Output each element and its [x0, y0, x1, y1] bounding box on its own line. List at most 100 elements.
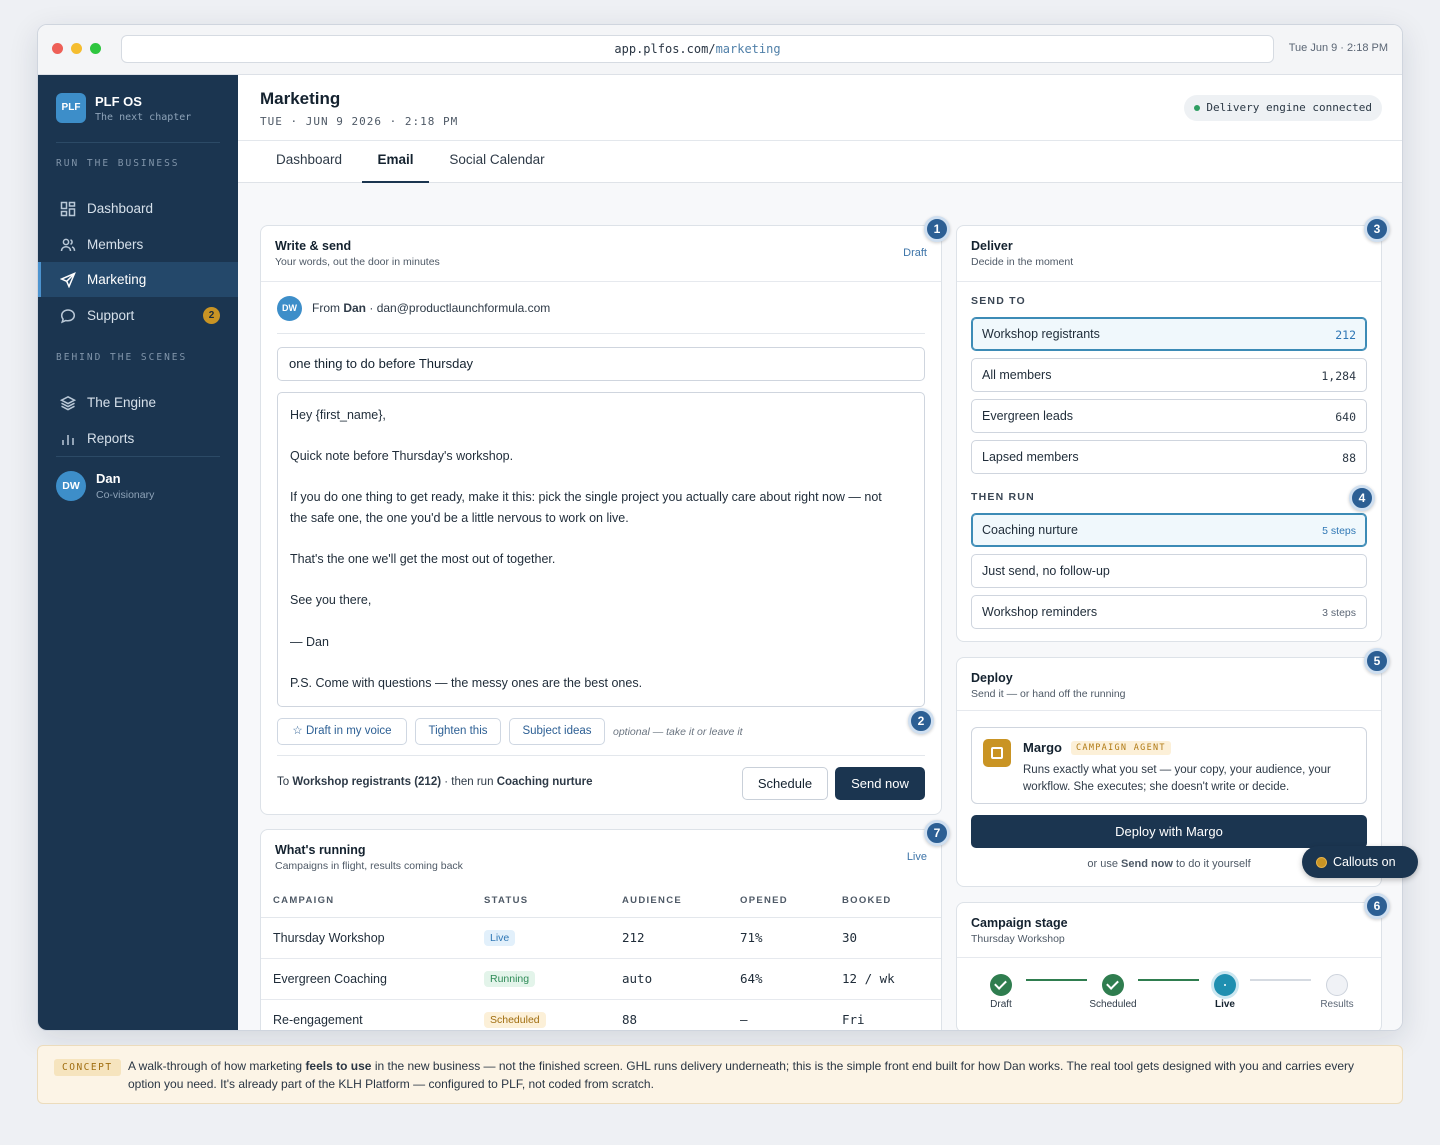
stage-connector [1026, 979, 1087, 981]
callout-marker[interactable]: 4 [1349, 485, 1375, 511]
chat-icon [60, 308, 76, 323]
tighten-button[interactable]: Tighten this [415, 718, 501, 745]
audience-option[interactable]: Workshop registrants 212 [971, 317, 1367, 351]
agent-tag: CAMPAIGN AGENT [1071, 741, 1171, 755]
column-header: STATUS [472, 884, 610, 918]
body-line: Quick note before Thursday's workshop. [290, 449, 514, 464]
opened-cell: 64% [728, 958, 830, 1000]
address-bar[interactable]: app.plfos.com/marketing [121, 35, 1274, 63]
option-count: 88 [1342, 451, 1356, 465]
tab-email[interactable]: Email [362, 141, 429, 183]
card-header: Write & send Your words, out the door in… [261, 226, 941, 282]
concept-text-strong: feels to use [305, 1059, 372, 1073]
callout-marker[interactable]: 1 [924, 216, 950, 242]
agent-description: Runs exactly what you set — your copy, y… [1023, 764, 1331, 793]
card-header: Deliver Decide in the moment [957, 226, 1381, 282]
window-clock: Tue Jun 9 · 2:18 PM [1288, 42, 1388, 54]
concept-note: CONCEPT A walk-through of how marketing … [37, 1045, 1403, 1104]
draft-badge: Draft [903, 247, 927, 259]
callout-marker[interactable]: 6 [1364, 893, 1390, 919]
body-line: See you there, [290, 593, 372, 608]
maximize-window-button[interactable] [90, 43, 101, 54]
sidebar-divider [56, 456, 220, 457]
star-icon: ☆ [292, 725, 303, 737]
sidebar-item-marketing[interactable]: Marketing [38, 262, 238, 297]
email-body-editor[interactable]: Hey {first_name}, Quick note before Thur… [277, 392, 925, 707]
live-badge: Live [906, 851, 927, 863]
deploy-with-margo-button[interactable]: Deploy with Margo [971, 815, 1367, 848]
card-title: Campaign stage [971, 916, 1068, 930]
callout-marker[interactable]: 2 [908, 708, 934, 734]
route-audience: Workshop registrants (212) [292, 776, 442, 788]
draft-in-my-voice-button[interactable]: ☆ Draft in my voice [277, 718, 407, 745]
callouts-toggle[interactable]: Callouts on [1302, 846, 1418, 878]
card-subtitle: Your words, out the door in minutes [275, 256, 440, 268]
send-now-button[interactable]: Send now [835, 767, 925, 800]
column-header: OPENED [728, 884, 830, 918]
booked-cell: 30 [830, 917, 941, 959]
card-subtitle: Decide in the moment [971, 256, 1074, 268]
audience-cell: 88 [622, 1012, 638, 1028]
workflow-option[interactable]: Coaching nurture 5 steps [971, 513, 1367, 547]
callout-marker[interactable]: 7 [924, 820, 950, 846]
sidebar-item-members[interactable]: Members [38, 227, 238, 262]
opened-cell: 71% [728, 917, 830, 959]
subject-input[interactable]: one thing to do before Thursday [277, 347, 925, 381]
callout-marker[interactable]: 3 [1364, 216, 1390, 242]
status-badge: Live [484, 929, 516, 946]
schedule-button[interactable]: Schedule [742, 767, 828, 800]
body-line: That's the one we'll get the most out of… [290, 552, 556, 567]
deliver-card: Deliver Decide in the moment SEND TO Wor… [956, 225, 1382, 642]
sidebar-divider [56, 142, 220, 143]
column-header: CAMPAIGN [261, 884, 472, 918]
then-run-label: THEN RUN [971, 491, 1035, 503]
from-prefix: From [312, 301, 340, 315]
option-label: Workshop reminders [982, 605, 1098, 619]
workflow-option[interactable]: Workshop reminders 3 steps [971, 595, 1367, 629]
audience-cell: 212 [610, 917, 728, 959]
minimize-window-button[interactable] [71, 43, 82, 54]
subject-ideas-button[interactable]: Subject ideas [509, 718, 605, 745]
audience-option[interactable]: Lapsed members 88 [971, 440, 1367, 474]
stage-step-draft [990, 974, 1012, 996]
sidebar-item-dashboard[interactable]: Dashboard [38, 191, 238, 226]
body-line: If you do one thing to get ready, make i… [290, 490, 882, 505]
sidebar-item-engine[interactable]: The Engine [38, 385, 238, 420]
sidebar-item-reports[interactable]: Reports [38, 421, 238, 456]
avatar[interactable]: DW [56, 471, 86, 501]
option-count: 212 [1335, 328, 1356, 342]
table-row[interactable]: Evergreen Coaching Running auto 64% 12 /… [261, 958, 941, 1000]
button-label: Draft in my voice [305, 725, 392, 737]
close-window-button[interactable] [52, 43, 63, 54]
stage-step-results [1326, 974, 1348, 996]
column-header: AUDIENCE [610, 884, 728, 918]
sidebar-item-label: Support [87, 308, 135, 323]
concept-text-part: A walk-through of how marketing [128, 1059, 303, 1073]
workflow-option[interactable]: Just send, no follow-up [971, 554, 1367, 588]
tab-dashboard[interactable]: Dashboard [260, 141, 358, 183]
card-header: What's running Campaigns in flight, resu… [261, 830, 941, 884]
table-row[interactable]: Re-engagement Scheduled 88 — Fri [261, 999, 941, 1030]
note-prefix: or use [1087, 858, 1118, 870]
sidebar-item-support[interactable]: Support 2 [38, 298, 238, 333]
card-subtitle: Campaigns in flight, results coming back [275, 860, 463, 872]
brand-name: PLF OS [95, 94, 142, 109]
stage-label: Draft [990, 999, 1012, 1010]
route-summary: To Workshop registrants (212) · then run… [277, 776, 593, 788]
audience-option[interactable]: All members 1,284 [971, 358, 1367, 392]
option-label: All members [982, 368, 1052, 382]
audience-option[interactable]: Evergreen leads 640 [971, 399, 1367, 433]
callout-marker[interactable]: 5 [1364, 648, 1390, 674]
option-steps: 5 steps [1322, 525, 1356, 537]
tab-social-calendar[interactable]: Social Calendar [441, 141, 553, 183]
layers-icon [60, 395, 76, 410]
body-line: the safe one, the one you'd be a little … [290, 510, 629, 525]
card-header: Campaign stage Thursday Workshop [957, 903, 1381, 958]
campaign-name: Evergreen Coaching [261, 958, 472, 1000]
column-header: BOOKED [830, 884, 941, 918]
option-label: Lapsed members [982, 450, 1079, 464]
user-role: Co-visionary [96, 489, 155, 501]
url-path: marketing [715, 42, 781, 56]
body-line: — Dan [290, 634, 329, 649]
table-row[interactable]: Thursday Workshop Live 212 71% 30 [261, 917, 941, 959]
